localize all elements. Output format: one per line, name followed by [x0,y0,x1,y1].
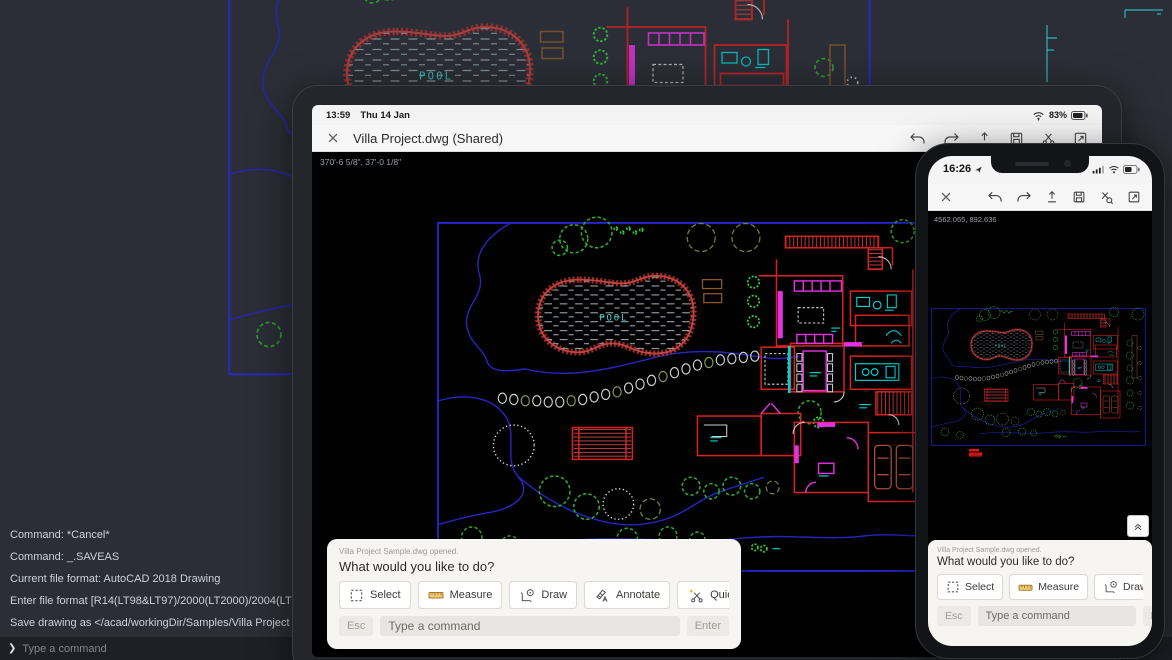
history-line: Command: _.SAVEAS [10,546,310,568]
wifi-icon [1108,164,1120,174]
select-button[interactable]: Select [937,574,1003,600]
redo-icon[interactable] [1016,190,1032,204]
undo-icon[interactable] [909,131,926,146]
command-input[interactable] [978,606,1136,626]
command-input[interactable] [380,616,679,636]
enter-button[interactable]: Enter [687,616,729,636]
signal-icon [1092,165,1105,174]
draw-button[interactable]: Draw [1094,574,1143,600]
phone-toolbar [928,184,1152,211]
panel-button-row: Select Measure [339,581,729,609]
scissors-zoom-icon[interactable] [1099,190,1114,204]
phone-coordinates: 4562.065, 892.636 [934,215,997,224]
enter-button[interactable]: Enter [1143,606,1152,626]
wifi-icon [1032,110,1045,121]
history-line: Enter file format [R14(LT98&LT97)/2000(L… [10,590,310,612]
phone-status-bar: 16:26 [928,156,1152,184]
select-icon [946,580,960,594]
tablet-status-bar: 13:59 Thu 14 Jan 83% [312,105,1102,125]
history-line: Command: *Cancel* [10,524,310,546]
measure-icon [428,588,444,602]
annotate-icon [594,588,610,603]
phone-device: 16:26 [915,143,1165,659]
esc-button[interactable]: Esc [339,616,373,636]
draw-button[interactable]: Draw [509,581,577,609]
tablet-coordinates: 370'-6 5/8", 37'-0 1/8" [320,157,401,167]
phone-siteplan [928,211,1152,540]
undo-icon[interactable] [987,190,1003,204]
upload-icon[interactable] [1045,190,1059,204]
annotate-button[interactable]: Annotate [584,581,670,609]
panel-input-row: Esc Enter [339,616,729,636]
phone-screen: 16:26 [928,156,1152,646]
draw-label: Draw [541,589,567,601]
chevrons-up-icon [1132,520,1144,532]
tablet-clock: 13:59 [326,110,350,121]
tablet-date: Thu 14 Jan [360,110,410,121]
measure-icon [1018,581,1033,594]
panel-input-row: Esc Enter [937,606,1143,626]
desktop-command-prompt: Type a command [22,643,106,655]
select-icon [349,588,364,603]
battery-percent: 83% [1049,110,1067,120]
command-history: Command: *Cancel* Command: _.SAVEAS Curr… [10,524,310,634]
phone-canvas[interactable]: 4562.065, 892.636 [928,211,1152,540]
battery-icon [1123,165,1140,174]
measure-button[interactable]: Measure [418,581,503,609]
collapse-panel-button[interactable] [1127,515,1149,537]
select-label: Select [370,589,401,601]
battery-icon [1071,111,1088,120]
quick-trim-label: Quick Trim [710,589,729,601]
draw-label: Draw [1123,581,1143,593]
tablet-command-panel: Villa Project Sample.dwg opened. What wo… [327,539,741,649]
panel-question: What would you like to do? [339,559,729,574]
dimension-marks [1047,10,1163,82]
select-button[interactable]: Select [339,581,411,609]
quick-trim-icon [687,588,704,603]
select-label: Select [965,581,994,593]
close-icon[interactable] [939,190,953,204]
phone-notch [991,156,1089,173]
panel-button-row: Select Measure [937,574,1143,600]
document-title: Villa Project.dwg (Shared) [353,131,503,146]
draw-icon [519,588,535,603]
save-icon[interactable] [1072,190,1086,204]
annotate-label: Annotate [616,589,660,601]
history-line: Current file format: AutoCAD 2018 Drawin… [10,568,310,590]
quick-trim-button[interactable]: Quick Trim [677,581,729,609]
panel-message: Villa Project Sample.dwg opened. [937,547,1143,554]
prompt-chevron-icon: ❯ [8,643,16,654]
history-line: Save drawing as </acad/workingDir/Sample… [10,612,310,634]
measure-label: Measure [1038,581,1079,593]
panel-message: Villa Project Sample.dwg opened. [339,547,729,556]
location-arrow-icon [974,165,983,174]
esc-button[interactable]: Esc [937,606,971,626]
close-icon[interactable] [326,131,340,145]
draw-icon [1103,580,1118,594]
phone-clock: 16:26 [943,163,971,175]
desktop-background: POOL [0,0,1172,660]
measure-label: Measure [450,589,493,601]
phone-command-panel: Villa Project Sample.dwg opened. What wo… [928,540,1152,646]
expand-icon[interactable] [1127,190,1141,204]
measure-button[interactable]: Measure [1009,574,1088,600]
panel-question: What would you like to do? [937,556,1143,568]
